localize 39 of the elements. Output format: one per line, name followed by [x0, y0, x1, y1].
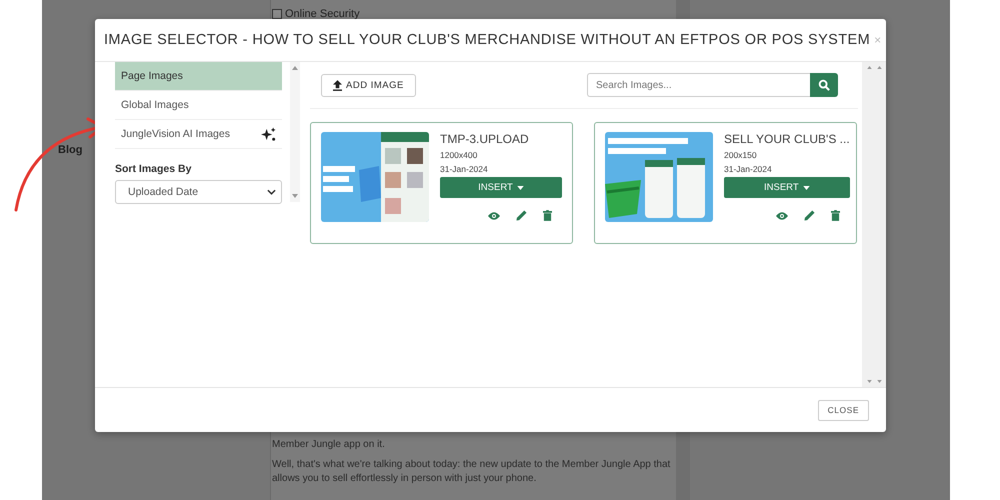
sidebar-tab[interactable]: Global Images — [115, 91, 282, 120]
scrollbar[interactable] — [862, 62, 886, 387]
search-button[interactable] — [810, 73, 838, 97]
checkbox[interactable] — [272, 9, 282, 19]
image-date: 31-Jan-2024 — [724, 164, 773, 174]
sort-label: Sort Images By — [115, 163, 192, 175]
trash-icon[interactable] — [830, 210, 840, 221]
caret-icon — [802, 186, 810, 190]
scroll-down-icon[interactable] — [292, 194, 298, 198]
image-date: 31-Jan-2024 — [440, 164, 489, 174]
sidebar-tab[interactable]: Page Images — [115, 62, 282, 91]
trash-icon[interactable] — [543, 210, 552, 221]
insert-button[interactable]: INSERT — [440, 177, 562, 198]
search-icon — [818, 79, 830, 91]
chevron-icon — [267, 189, 276, 195]
eye-icon[interactable] — [776, 210, 788, 220]
paragraph: Member Jungle app on it. — [272, 438, 386, 452]
modal-title: IMAGE SELECTOR - HOW TO SELL YOUR CLUB'S MERCHANDISE WITHOUT AN EFTPOS OR POS SYSTEM — [104, 32, 870, 48]
sort-dropdown[interactable]: Uploaded Date — [115, 180, 282, 204]
image-size: 200x150 — [724, 150, 758, 160]
pencil-icon[interactable] — [516, 210, 527, 221]
sidebar-tab[interactable]: JungleVision AI Images — [115, 120, 282, 149]
image-name: TMP-3.UPLOAD — [440, 132, 530, 146]
add-image-button[interactable]: ADD IMAGE — [321, 74, 416, 96]
search-field[interactable]: Search Images... — [587, 73, 810, 97]
upload-icon — [333, 80, 342, 90]
close-button[interactable]: CLOSE — [818, 400, 869, 420]
paragraph: Well, that's what we're talking about today: the new update to the Member Jungle App that allows you to sell effortlessly in person with just your phone. — [272, 458, 672, 486]
eye-icon[interactable] — [488, 210, 500, 220]
image-size: 1200x400 — [440, 150, 478, 160]
sidebar-label: Blog — [58, 144, 82, 156]
image-name: SELL YOUR CLUB'S ... — [724, 132, 850, 146]
scroll-up-icon[interactable] — [292, 66, 298, 70]
sparkle-icon — [261, 126, 276, 142]
checkbox-label: Online Security — [285, 8, 360, 20]
caret-icon — [516, 186, 524, 190]
insert-button[interactable]: INSERT — [724, 177, 850, 198]
pencil-icon[interactable] — [804, 210, 815, 221]
scrollbar[interactable] — [290, 62, 300, 202]
